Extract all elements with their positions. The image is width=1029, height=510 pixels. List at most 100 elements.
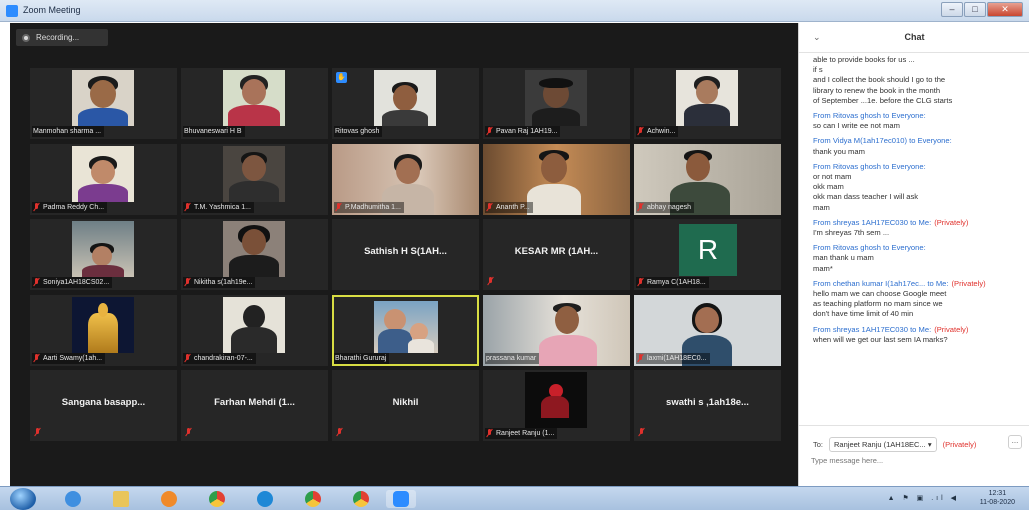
mic-muted-icon [486,203,493,212]
edge-icon[interactable] [250,490,280,508]
participant-tile-active-speaker[interactable]: Bharathi Gururaj [332,295,479,366]
window-title-bar: Zoom Meeting – □ ✕ [0,0,1029,22]
chrome-icon[interactable] [298,490,328,508]
chat-message-input[interactable] [811,456,1011,465]
mic-muted-icon [637,127,644,136]
participant-tile[interactable]: laxmi(1AH18EC0... [634,295,781,366]
participant-tile[interactable]: T.M. Yashmica 1... [181,144,328,215]
mic-muted-icon [637,278,644,287]
chat-sender: From chethan kumar I(1ah17ec... to Me: (P… [813,279,1027,289]
recipient-select[interactable]: Ranjeet Ranju (1AH18EC... ▾ [829,437,937,452]
participant-name-display: swathi s ,1ah18e... [666,397,749,408]
participant-tile[interactable]: Ranjeet Ranju (1... [483,370,630,441]
participant-video [676,70,738,126]
participant-name-display: Sangana basapp... [61,397,146,408]
zoom-taskbar-icon[interactable] [386,490,416,508]
chat-message-text: so can I write ee not mam [813,121,900,131]
participant-tile[interactable]: Sathish H S(1AH... [332,219,479,290]
windows-taskbar: ▲ ⚑ ▣ .ıl ◀ 12:31 11-08-2020 [0,486,1029,510]
chat-message: From chethan kumar I(1ah17ec... to Me: (P… [813,279,1027,320]
participant-video [223,70,285,126]
chrome-icon[interactable] [202,490,232,508]
participant-tile[interactable]: abhay nagesh [634,144,781,215]
system-tray[interactable]: ▲ ⚑ ▣ .ıl ◀ [888,494,959,502]
profile-avatar: R [679,224,737,276]
participant-name-label: laxmi(1AH18EC0... [636,353,710,364]
mic-muted-icon [637,354,644,363]
system-clock[interactable]: 12:31 11-08-2020 [980,489,1015,507]
chat-message: From Ritovas ghosh to Everyone: so can I … [813,111,1027,131]
participant-tile[interactable]: Soniya1AH18CS02... [30,219,177,290]
participant-tile[interactable]: Pavan Raj 1AH19... [483,68,630,139]
mic-muted-icon [33,203,40,212]
participant-tile[interactable]: Achwin... [634,68,781,139]
participant-video [374,301,438,353]
close-button[interactable]: ✕ [987,2,1023,17]
chat-messages: able to provide books for us ... if s an… [813,55,1027,345]
chat-title: Chat [904,32,925,42]
chat-sender-name: From shreyas 1AH17EC030 to Me: [813,217,932,227]
participant-tile[interactable]: Nikitha s(1ah19e... [181,219,328,290]
media-player-icon[interactable] [154,490,184,508]
participant-name-label: Nikitha s(1ah19e... [183,277,256,288]
participant-tile[interactable]: swathi s ,1ah18e... [634,370,781,441]
chat-message-text: mam [813,202,830,212]
participant-tile[interactable]: Aarti Swamy(1ah... [30,295,177,366]
chat-sender: From Ritovas ghosh to Everyone: [813,243,1027,253]
participant-video [223,146,285,202]
mic-muted-icon [336,428,343,437]
chat-message-text: mam* [813,263,833,273]
mic-muted-icon [184,203,191,212]
chat-message-text: hello mam we can choose Google meet [813,289,947,299]
minimize-button[interactable]: – [941,2,963,17]
participant-tile[interactable]: Farhan Mehdi (1... [181,370,328,441]
chat-message: From Vidya M(1ah17ec010) to Everyone: tha… [813,136,1027,156]
participant-tile[interactable]: Sangana basapp... [30,370,177,441]
chat-message: From Ritovas ghosh to Everyone: man thank… [813,243,1027,274]
chat-panel: ⌄ Chat able to provide books for us ... … [798,23,1029,486]
chat-sender-name: From shreyas 1AH17EC030 to Me: [813,324,932,334]
private-indicator: (Privately) [942,440,977,449]
participant-tile[interactable]: Bhuvaneswari H B [181,68,328,139]
participant-tile[interactable]: KESAR MR (1AH... [483,219,630,290]
mic-muted-icon [33,278,40,287]
maximize-button[interactable]: □ [964,2,986,17]
mic-muted-icon [33,354,40,363]
mic-muted-icon [185,428,192,437]
recipient-row: To: Ranjeet Ranju (1AH18EC... ▾ (Private… [813,437,976,452]
record-icon [22,33,30,42]
chat-message-intro: able to provide books for us ... if s an… [813,55,1027,106]
file-explorer-icon[interactable] [106,490,136,508]
mic-muted-icon [34,428,41,437]
internet-explorer-icon[interactable] [58,490,88,508]
chrome-icon[interactable] [346,490,376,508]
chat-message-text: I'm shreyas 7th sem ... [813,228,890,238]
chat-message-text: and I collect the book should I go to th… [813,75,946,85]
chat-sender: From Vidya M(1ah17ec010) to Everyone: [813,136,1027,146]
to-label: To: [813,440,824,449]
participant-name-label: Achwin... [636,126,679,137]
private-indicator: (Privately) [951,278,986,288]
chat-message: From Ritovas ghosh to Everyone: or not ma… [813,162,1027,213]
more-options-button[interactable]: ... [1008,435,1022,449]
participant-tile[interactable]: ✋ Ritovas ghosh [332,68,479,139]
participant-video [374,70,436,126]
participant-tile[interactable]: Ananth P... [483,144,630,215]
recording-indicator[interactable]: Recording... [16,29,108,46]
private-indicator: (Privately) [934,324,969,334]
participant-tile[interactable]: chandrakiran-07-... [181,295,328,366]
participant-name-label: Bharathi Gururaj [334,353,390,364]
chat-sender-name: From Ritovas ghosh to Everyone: [813,161,926,171]
participant-tile[interactable]: Nikhil [332,370,479,441]
clock-time: 12:31 [988,490,1007,497]
participant-tile[interactable]: Manmohan sharma ... [30,68,177,139]
mic-muted-icon [637,203,644,212]
participant-tile[interactable]: prassana kumar [483,295,630,366]
participant-tile[interactable]: Padma Reddy Ch... [30,144,177,215]
start-button[interactable] [10,488,36,510]
zoom-app-icon [6,5,18,17]
chat-message-text: of September ...1e. before the CLG start… [813,95,953,105]
participant-tile[interactable]: R Ramya C(1AH18... [634,219,781,290]
participant-name-label: prassana kumar [485,353,540,364]
participant-tile[interactable]: P.Madhumitha 1... [332,144,479,215]
